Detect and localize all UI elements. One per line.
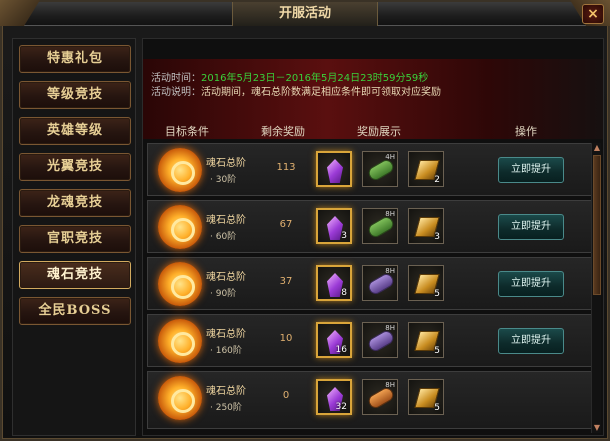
header-action: 操作 [515,125,537,138]
scroll-thumb[interactable] [593,155,601,295]
reward-slot-scroll[interactable]: 4H [362,151,398,187]
remaining-count: 113 [276,162,296,173]
soul-stone-emblem-icon [158,262,202,306]
header-remaining: 剩余奖励 [261,125,305,138]
upgrade-now-button[interactable]: 立即提升 [498,214,564,240]
duration-tag: 8H [385,324,395,332]
duration-tag: 8H [385,381,395,389]
condition-level: · 160阶 [210,346,242,356]
soul-stone-emblem-icon [158,319,202,363]
scroll-icon [366,214,396,240]
header-rewards: 奖励展示 [357,125,401,138]
activity-time-line: 活动时间：2016年5月23日－2016年5月24日23时59分59秒 [151,69,428,84]
condition-name: 魂石总阶 [206,158,246,169]
reward-slot-gold[interactable]: 3 [408,208,444,244]
condition-name: 魂石总阶 [206,272,246,283]
upgrade-now-button[interactable]: 立即提升 [498,271,564,297]
reward-slot-scroll[interactable]: 8H [362,379,398,415]
condition-level: · 90阶 [210,289,237,299]
header-condition: 目标条件 [165,125,209,138]
desc-label: 活动说明： [151,87,201,98]
scroll-icon [366,328,396,354]
reward-qty: 5 [434,289,440,299]
reward-slot-gold[interactable]: 5 [408,265,444,301]
activity-desc-line: 活动说明：活动期间，魂石总阶数满足相应条件即可领取对应奖励 [151,83,441,98]
scroll-down-arrow-icon[interactable]: ▼ [592,423,602,433]
reward-slot-crystal[interactable]: 32 [316,379,352,415]
remaining-count: 10 [279,333,293,344]
left-corner-ornament [0,0,40,26]
reward-slot-gold[interactable]: 2 [408,151,444,187]
scroll-up-arrow-icon[interactable]: ▲ [592,143,602,153]
remaining-count: 67 [279,219,293,230]
upgrade-now-button[interactable]: 立即提升 [498,157,564,183]
condition-level: · 30阶 [210,175,237,185]
reward-row: 魂石总阶 · 60阶 67 3 8H 3 立即提升 [147,200,599,253]
window-title: 开服活动 [232,2,378,26]
remaining-count: 0 [282,390,290,401]
reward-slot-scroll[interactable]: 8H [362,265,398,301]
reward-row: 魂石总阶 · 160阶 10 16 8H 5 立即提升 [147,314,599,367]
reward-qty: 5 [434,346,440,356]
sidebar-item-special-gift[interactable]: 特惠礼包 [19,45,131,73]
upgrade-now-button[interactable]: 立即提升 [498,328,564,354]
close-button[interactable]: × [582,4,604,24]
scroll-icon [366,385,396,411]
soul-stone-emblem-icon [158,148,202,192]
duration-tag: 8H [385,210,395,218]
reward-slot-crystal[interactable]: 16 [316,322,352,358]
condition-name: 魂石总阶 [206,215,246,226]
reward-row: 魂石总阶 · 250阶 0 32 8H 5 [147,371,599,429]
reward-slot-gold[interactable]: 5 [408,322,444,358]
list-scrollbar[interactable]: ▲ ▼ [591,143,601,433]
scroll-icon [366,271,396,297]
sidebar-item-world-boss[interactable]: 全民BOSS [19,297,131,325]
scroll-icon [366,157,396,183]
reward-qty: 16 [335,345,347,355]
desc-value: 活动期间，魂石总阶数满足相应条件即可领取对应奖励 [201,87,441,98]
reward-qty: 8 [341,288,347,298]
condition-level: · 250阶 [210,403,242,413]
crystal-icon [327,159,343,183]
title-bar: 开服活动 × [0,0,608,26]
soul-stone-emblem-icon [158,376,202,420]
reward-slot-scroll[interactable]: 8H [362,322,398,358]
condition-name: 魂石总阶 [206,329,246,340]
reward-slot-crystal[interactable] [316,151,352,187]
activity-window: 开服活动 × 特惠礼包 等级竞技 英雄等级 光翼竞技 龙魂竞技 官职竞技 魂石竞… [0,0,610,441]
sidebar-item-level-contest[interactable]: 等级竞技 [19,81,131,109]
reward-qty: 3 [341,231,347,241]
activity-panel: 活动时间：2016年5月23日－2016年5月24日23时59分59秒 活动说明… [142,38,604,436]
condition-name: 魂石总阶 [206,386,246,397]
sidebar-item-hero-level[interactable]: 英雄等级 [19,117,131,145]
duration-tag: 4H [385,153,395,161]
reward-qty: 32 [335,402,347,412]
reward-slot-crystal[interactable]: 3 [316,208,352,244]
reward-qty: 2 [434,175,440,185]
reward-row: 魂石总阶 · 30阶 113 4H 2 立即提升 [147,143,599,196]
reward-slot-crystal[interactable]: 8 [316,265,352,301]
reward-row: 魂石总阶 · 90阶 37 8 8H 5 立即提升 [147,257,599,310]
sidebar-item-rank-contest[interactable]: 官职竞技 [19,225,131,253]
reward-qty: 5 [434,403,440,413]
category-sidebar: 特惠礼包 等级竞技 英雄等级 光翼竞技 龙魂竞技 官职竞技 魂石竞技 全民BOS… [12,38,136,436]
sidebar-item-dragon-soul-contest[interactable]: 龙魂竞技 [19,189,131,217]
remaining-count: 37 [279,276,293,287]
sidebar-item-soul-stone-contest[interactable]: 魂石竞技 [19,261,131,289]
reward-qty: 3 [434,232,440,242]
condition-level: · 60阶 [210,232,237,242]
sidebar-item-wing-contest[interactable]: 光翼竞技 [19,153,131,181]
reward-slot-scroll[interactable]: 8H [362,208,398,244]
soul-stone-emblem-icon [158,205,202,249]
duration-tag: 8H [385,267,395,275]
reward-slot-gold[interactable]: 5 [408,379,444,415]
